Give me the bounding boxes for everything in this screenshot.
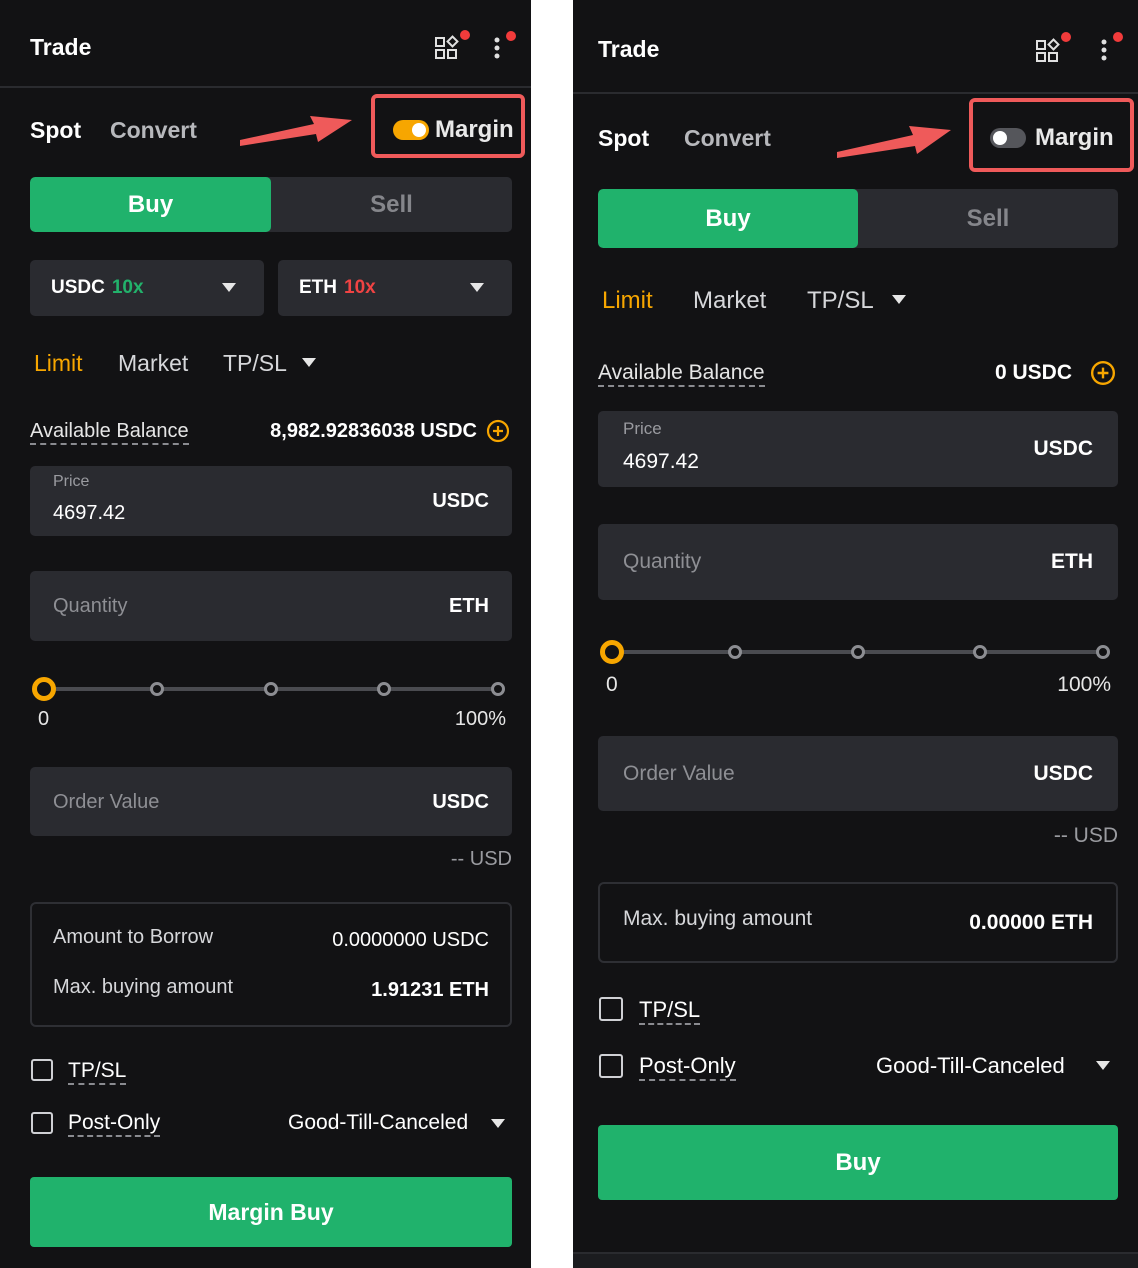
order-value-placeholder: Order Value: [53, 791, 160, 813]
order-value-unit: USDC: [432, 791, 489, 813]
max-buying-box: Max. buying amount 0.00000 ETH: [598, 882, 1118, 963]
notification-dot-icon: [1113, 32, 1123, 42]
slider-min-label: 0: [38, 708, 50, 730]
margin-label: Margin: [435, 116, 514, 143]
grid-apps-icon[interactable]: [434, 35, 462, 61]
tab-convert[interactable]: Convert: [110, 117, 197, 144]
tab-spot[interactable]: Spot: [30, 117, 81, 144]
chevron-down-icon[interactable]: [491, 1119, 505, 1128]
base-asset: ETH: [299, 277, 337, 298]
order-value-input[interactable]: Order Value USDC: [30, 767, 512, 836]
notification-dot-icon: [1061, 32, 1071, 42]
buy-submit-button[interactable]: Buy: [598, 1125, 1118, 1200]
margin-label: Margin: [1035, 124, 1114, 151]
tpsl-option-label[interactable]: TP/SL: [68, 1059, 127, 1085]
price-input[interactable]: Price 4697.42 USDC: [30, 466, 512, 536]
price-unit: USDC: [1033, 437, 1093, 460]
left-trade-panel: Trade Spot Convert Margin Buy Sell USDC …: [0, 0, 531, 1268]
available-balance-label[interactable]: Available Balance: [598, 361, 765, 387]
side-selector: Buy Sell: [30, 177, 512, 232]
order-type-market[interactable]: Market: [118, 350, 188, 377]
order-type-limit[interactable]: Limit: [602, 287, 653, 315]
margin-buy-button[interactable]: Margin Buy: [30, 1177, 512, 1247]
price-label: Price: [623, 419, 662, 438]
quote-leverage-value: 10x: [111, 277, 144, 298]
max-buying-label: Max. buying amount: [623, 907, 813, 930]
chevron-down-icon: [222, 283, 236, 292]
slider-min-label: 0: [606, 673, 618, 696]
order-value-input[interactable]: Order Value USDC: [598, 736, 1118, 811]
order-type-market[interactable]: Market: [693, 287, 766, 315]
quantity-unit: ETH: [449, 595, 489, 617]
buy-button[interactable]: Buy: [30, 177, 271, 232]
price-label: Price: [53, 473, 90, 490]
tpsl-checkbox[interactable]: [31, 1059, 53, 1081]
slider-max-label: 100%: [454, 708, 506, 730]
post-only-label[interactable]: Post-Only: [68, 1111, 161, 1137]
tpsl-option-label[interactable]: TP/SL: [639, 997, 701, 1025]
side-selector: Buy Sell: [598, 189, 1118, 248]
buy-button[interactable]: Buy: [598, 189, 858, 248]
slider-handle[interactable]: [600, 640, 624, 664]
slider-handle[interactable]: [32, 677, 56, 701]
quantity-placeholder: Quantity: [53, 595, 128, 617]
right-trade-panel: Trade Spot Convert Margin Buy Sell Limit…: [573, 0, 1138, 1268]
price-value: 4697.42: [53, 502, 126, 524]
sell-button[interactable]: Sell: [271, 177, 512, 232]
order-value-usd: -- USD: [1053, 824, 1118, 847]
grid-apps-icon[interactable]: [1035, 38, 1063, 64]
order-value-usd: -- USD: [450, 848, 512, 870]
plus-circle-icon[interactable]: [486, 419, 510, 443]
sell-button[interactable]: Sell: [858, 189, 1118, 248]
available-balance-value: 0 USDC: [994, 361, 1072, 384]
order-type-tpsl[interactable]: TP/SL: [223, 350, 287, 377]
bottom-divider: [573, 1252, 1138, 1268]
post-only-label[interactable]: Post-Only: [639, 1053, 736, 1081]
notification-dot-icon: [460, 30, 470, 40]
chevron-down-icon: [470, 283, 484, 292]
order-type-limit[interactable]: Limit: [34, 350, 83, 377]
base-leverage-value: 10x: [344, 277, 376, 298]
tpsl-checkbox[interactable]: [599, 997, 623, 1021]
amount-to-borrow-value: 0.0000000 USDC: [332, 929, 489, 951]
time-in-force-select[interactable]: Good-Till-Canceled: [876, 1053, 1065, 1079]
notification-dot-icon: [506, 31, 516, 41]
quantity-input[interactable]: Quantity ETH: [598, 524, 1118, 600]
order-type-tpsl[interactable]: TP/SL: [807, 287, 874, 315]
max-buying-value: 1.91231 ETH: [371, 979, 489, 1001]
plus-circle-icon[interactable]: [1090, 360, 1116, 386]
more-vertical-icon[interactable]: [1099, 38, 1109, 64]
tab-convert[interactable]: Convert: [684, 125, 771, 152]
time-in-force-select[interactable]: Good-Till-Canceled: [288, 1111, 468, 1135]
quote-asset: USDC: [51, 277, 105, 298]
chevron-down-icon[interactable]: [1096, 1061, 1110, 1070]
annotation-arrow-icon: [240, 116, 352, 146]
chevron-down-icon[interactable]: [892, 295, 906, 304]
available-balance-value: 8,982.92836038 USDC: [270, 420, 477, 442]
page-title: Trade: [598, 36, 660, 62]
order-value-placeholder: Order Value: [623, 762, 735, 785]
quantity-input[interactable]: Quantity ETH: [30, 571, 512, 641]
more-vertical-icon[interactable]: [492, 36, 502, 62]
amount-to-borrow-label: Amount to Borrow: [53, 926, 214, 948]
quantity-unit: ETH: [1051, 550, 1093, 573]
chevron-down-icon[interactable]: [302, 358, 316, 367]
margin-toggle[interactable]: [990, 128, 1026, 148]
available-balance-label[interactable]: Available Balance: [30, 420, 189, 445]
post-only-checkbox[interactable]: [599, 1054, 623, 1078]
tab-spot[interactable]: Spot: [598, 125, 649, 152]
borrow-info-box: Amount to Borrow 0.0000000 USDC Max. buy…: [30, 902, 512, 1027]
quantity-placeholder: Quantity: [623, 550, 702, 573]
post-only-checkbox[interactable]: [31, 1112, 53, 1134]
price-unit: USDC: [432, 490, 489, 512]
margin-toggle[interactable]: [393, 120, 429, 140]
page-title: Trade: [30, 34, 92, 60]
max-buying-value: 0.00000 ETH: [969, 911, 1093, 934]
max-buying-label: Max. buying amount: [53, 976, 234, 998]
price-value: 4697.42: [623, 450, 699, 473]
annotation-arrow-icon: [837, 126, 951, 158]
slider-max-label: 100%: [1057, 673, 1111, 696]
order-value-unit: USDC: [1033, 762, 1093, 785]
price-input[interactable]: Price 4697.42 USDC: [598, 411, 1118, 487]
